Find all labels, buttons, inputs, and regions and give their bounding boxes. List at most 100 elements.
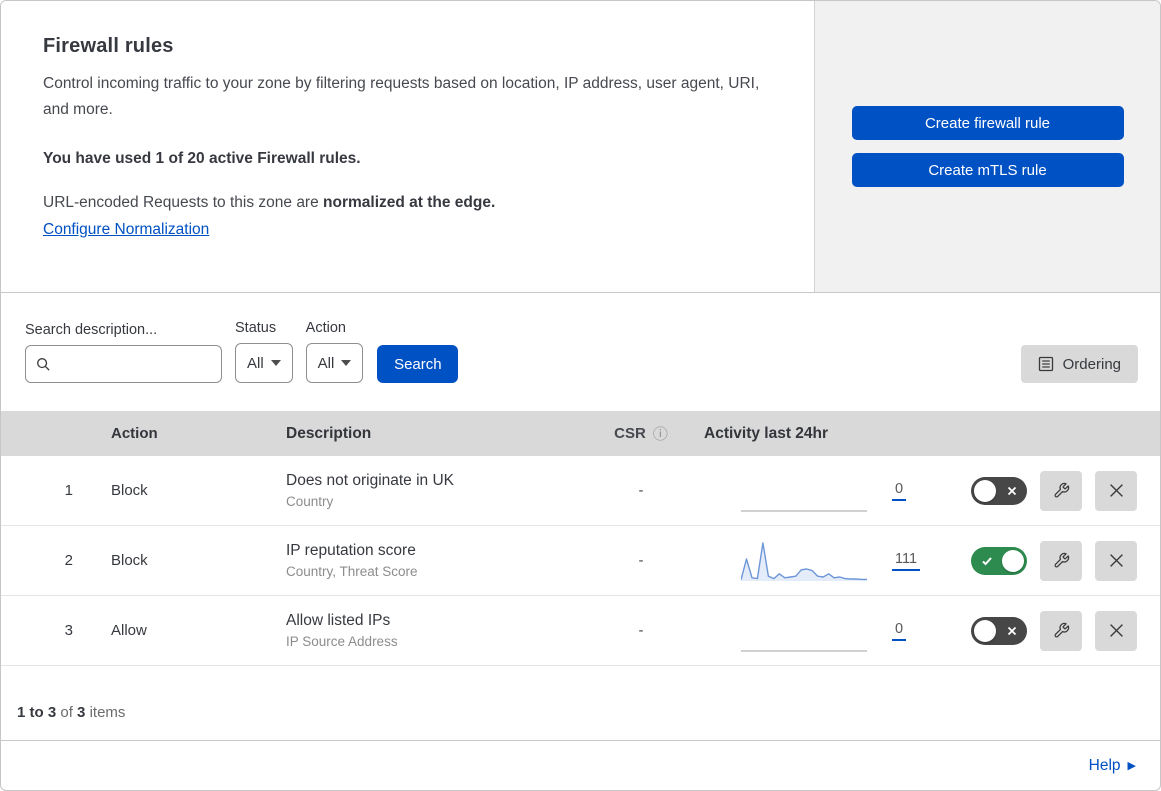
rule-action: Allow	[111, 622, 147, 639]
activity-count-link[interactable]: 111	[892, 551, 921, 571]
wrench-icon	[1053, 482, 1070, 499]
rule-activity-cell: 0	[696, 468, 951, 513]
actions-panel: Create firewall rule Create mTLS rule	[815, 1, 1160, 292]
action-filter-group: Action All	[305, 320, 364, 383]
usage-summary: You have used 1 of 20 active Firewall ru…	[43, 150, 361, 167]
table-header: Action Description CSR ⓘ Activity last 2…	[1, 411, 1160, 456]
page-description: Control incoming traffic to your zone by…	[43, 75, 760, 118]
delete-rule-button[interactable]	[1095, 470, 1137, 511]
arrow-right-icon: ▶	[1127, 760, 1136, 772]
rule-controls	[951, 540, 1160, 581]
create-firewall-rule-button[interactable]: Create firewall rule	[851, 106, 1124, 140]
close-icon	[1109, 623, 1124, 638]
rule-action: Block	[111, 482, 148, 499]
create-mtls-rule-button[interactable]: Create mTLS rule	[851, 153, 1124, 187]
rule-csr-value: -	[638, 622, 644, 639]
rule-priority: 2	[64, 552, 73, 569]
rule-description: Allow listed IPs IP Source Address	[266, 612, 586, 649]
rule-enabled-toggle[interactable]	[971, 476, 1027, 505]
close-icon	[1109, 483, 1124, 498]
column-action-header: Action	[111, 425, 158, 442]
activity-sparkline	[741, 510, 867, 512]
rule-csr-value: -	[638, 482, 644, 499]
rule-activity-cell: 0	[696, 608, 951, 653]
activity-count-link[interactable]: 0	[892, 481, 907, 501]
chevron-down-icon	[270, 360, 281, 366]
filter-bar: Search description... Status All Action	[1, 293, 1160, 411]
configure-normalization-link[interactable]: Configure Normalization	[43, 221, 209, 239]
page-title: Firewall rules	[43, 35, 174, 57]
column-csr-header: CSR ⓘ	[586, 423, 696, 444]
x-icon	[1007, 486, 1017, 496]
status-filter-group: Status All	[235, 320, 293, 383]
help-bar: Help ▶	[1, 740, 1160, 790]
info-icon[interactable]: ⓘ	[653, 423, 668, 444]
wrench-icon	[1053, 622, 1070, 639]
edit-rule-button[interactable]	[1040, 610, 1082, 651]
rule-activity-cell: 111	[696, 538, 951, 583]
search-input[interactable]	[57, 356, 221, 372]
toggle-knob	[1002, 549, 1024, 572]
rule-title: IP reputation score	[286, 542, 416, 559]
action-dropdown[interactable]: All	[305, 343, 364, 383]
x-icon	[1007, 626, 1017, 636]
wrench-icon	[1053, 552, 1070, 569]
table-row: 3 Allow Allow listed IPs IP Source Addre…	[1, 596, 1160, 666]
table-row: 2 Block IP reputation score Country, Thr…	[1, 526, 1160, 596]
search-input-box	[25, 345, 222, 383]
rule-description: Does not originate in UK Country	[266, 472, 586, 509]
table-row: 1 Block Does not originate in UK Country…	[1, 456, 1160, 526]
delete-rule-button[interactable]	[1095, 610, 1137, 651]
close-icon	[1109, 553, 1124, 568]
activity-sparkline	[741, 542, 867, 581]
rule-controls	[951, 610, 1160, 651]
filter-controls: Search description... Status All Action	[25, 320, 459, 383]
firewall-rules-widget: Firewall rules Control incoming traffic …	[0, 0, 1161, 791]
rule-criteria: IP Source Address	[286, 634, 398, 649]
rule-priority: 1	[64, 482, 73, 499]
pagination-total: 3	[77, 704, 86, 721]
search-group: Search description...	[25, 322, 222, 383]
info-card: Firewall rules Control incoming traffic …	[1, 1, 815, 292]
rule-controls	[951, 470, 1160, 511]
normalization-bold: normalized at the edge.	[323, 194, 496, 211]
delete-rule-button[interactable]	[1095, 540, 1137, 581]
search-button[interactable]: Search	[377, 345, 459, 383]
search-icon	[36, 357, 51, 372]
ordering-list-icon	[1038, 356, 1054, 372]
status-dropdown[interactable]: All	[235, 343, 293, 383]
column-activity-header: Activity last 24hr	[704, 424, 829, 442]
rule-description: IP reputation score Country, Threat Scor…	[266, 542, 586, 579]
help-link-label: Help	[1088, 756, 1121, 774]
edit-rule-button[interactable]	[1040, 540, 1082, 581]
activity-sparkline	[741, 650, 867, 652]
pagination-range: 1 to 3	[17, 704, 57, 721]
pagination-of: of	[60, 704, 73, 721]
toggle-knob	[974, 619, 996, 642]
header-section: Firewall rules Control incoming traffic …	[1, 1, 1160, 293]
ordering-button-label: Ordering	[1062, 355, 1121, 373]
normalization-note: URL-encoded Requests to this zone are no…	[43, 194, 774, 212]
edit-rule-button[interactable]	[1040, 470, 1082, 511]
rule-criteria: Country	[286, 494, 334, 509]
rule-action: Block	[111, 552, 148, 569]
status-dropdown-value: All	[247, 354, 264, 372]
column-description-header: Description	[286, 424, 372, 442]
activity-count-link[interactable]: 0	[892, 621, 907, 641]
ordering-button[interactable]: Ordering	[1020, 345, 1138, 383]
toggle-knob	[974, 479, 996, 502]
rule-csr-value: -	[638, 552, 644, 569]
rule-enabled-toggle[interactable]	[971, 546, 1027, 575]
csr-header-label: CSR	[614, 425, 646, 442]
rule-title: Allow listed IPs	[286, 612, 391, 629]
pagination-items: items	[89, 704, 126, 721]
rule-title: Does not originate in UK	[286, 472, 455, 489]
chevron-down-icon	[341, 360, 352, 366]
rule-priority: 3	[64, 622, 73, 639]
rule-enabled-toggle[interactable]	[971, 616, 1027, 645]
check-icon	[981, 555, 993, 567]
action-dropdown-value: All	[317, 354, 335, 372]
help-link[interactable]: Help ▶	[1089, 757, 1136, 775]
rule-criteria: Country, Threat Score	[286, 564, 418, 579]
status-label: Status	[235, 320, 277, 336]
